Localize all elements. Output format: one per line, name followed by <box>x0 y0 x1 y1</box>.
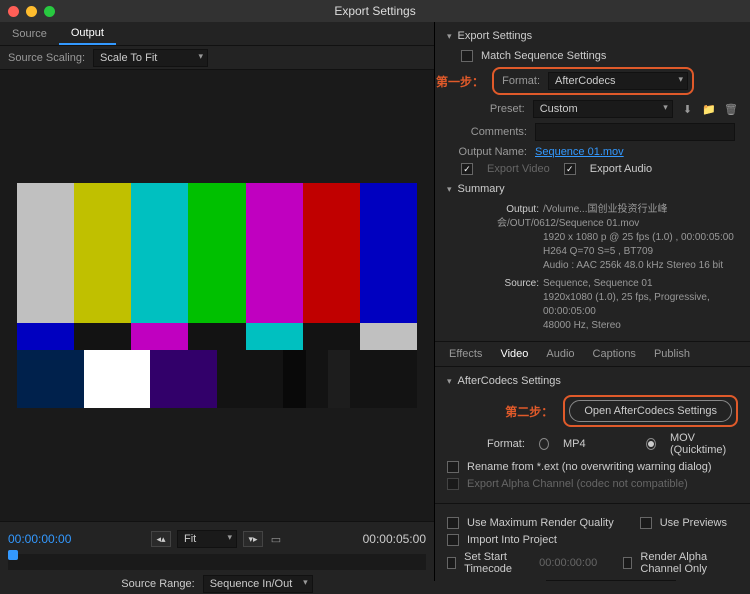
comments-label: Comments: <box>447 126 527 138</box>
timeline[interactable] <box>8 554 426 570</box>
format-highlight: Format: AfterCodecs <box>492 67 694 95</box>
next-frame-icon[interactable]: ▾▸ <box>243 531 263 547</box>
export-audio-label: Export Audio <box>590 163 652 175</box>
source-range-label: Source Range: <box>121 578 194 590</box>
tab-captions[interactable]: Captions <box>593 348 636 360</box>
chevron-down-icon: ▾ <box>447 184 452 195</box>
open-aftercodecs-button[interactable]: Open AfterCodecs Settings <box>569 400 732 422</box>
window-title: Export Settings <box>0 4 750 18</box>
summary-header[interactable]: ▾Summary <box>447 183 738 195</box>
rename-checkbox[interactable] <box>447 461 459 473</box>
prev-frame-icon[interactable]: ◂▴ <box>151 531 171 547</box>
tab-video[interactable]: Video <box>500 348 528 360</box>
import-preset-icon[interactable]: 📁 <box>702 102 716 116</box>
source-scaling-select[interactable]: Scale To Fit <box>93 49 208 67</box>
annotation-step1: 第一步： <box>436 73 484 90</box>
export-alpha-checkbox <box>447 478 459 490</box>
rename-label: Rename from *.ext (no overwriting warnin… <box>467 461 712 473</box>
tab-source[interactable]: Source <box>0 24 59 44</box>
color-bars <box>17 183 417 408</box>
format-label: Format: <box>498 75 540 87</box>
tab-publish[interactable]: Publish <box>654 348 690 360</box>
chevron-down-icon: ▾ <box>447 31 452 42</box>
preset-select[interactable]: Custom <box>533 100 673 118</box>
export-audio-checkbox[interactable] <box>564 163 576 175</box>
output-name-link[interactable]: Sequence 01.mov <box>535 146 624 158</box>
match-sequence-label: Match Sequence Settings <box>481 50 606 62</box>
ac-format-label: Format: <box>487 438 525 450</box>
preview-tabs: Source Output <box>0 22 434 46</box>
export-video-label: Export Video <box>487 163 550 175</box>
titlebar: Export Settings <box>0 0 750 22</box>
format-select[interactable]: AfterCodecs <box>548 72 688 90</box>
tab-effects[interactable]: Effects <box>449 348 482 360</box>
radio-mov[interactable] <box>646 438 656 450</box>
source-scaling-label: Source Scaling: <box>8 52 85 64</box>
aftercodecs-header[interactable]: ▾AfterCodecs Settings <box>447 375 738 387</box>
render-alpha-checkbox[interactable] <box>623 557 632 569</box>
settings-tabs: Effects Video Audio Captions Publish <box>435 341 750 367</box>
tab-audio[interactable]: Audio <box>546 348 574 360</box>
annotation-step2: 第二步： <box>505 403 553 420</box>
zoom-select[interactable]: Fit <box>177 530 237 548</box>
max-quality-checkbox[interactable] <box>447 517 459 529</box>
timecode-out: 00:00:05:00 <box>363 532 426 546</box>
save-preset-icon[interactable]: ⬇ <box>681 102 695 116</box>
export-video-checkbox <box>461 163 473 175</box>
comments-input[interactable] <box>535 123 735 141</box>
output-name-label: Output Name: <box>447 146 527 158</box>
tab-output[interactable]: Output <box>59 23 116 45</box>
set-start-tc-checkbox[interactable] <box>447 557 456 569</box>
radio-mp4[interactable] <box>539 438 549 450</box>
settings-panel: ▾Export Settings Match Sequence Settings… <box>435 22 750 581</box>
summary-output: Output:/Volume...国创业投资行业峰会/OUT/0612/Sequ… <box>497 203 738 333</box>
open-settings-highlight: Open AfterCodecs Settings <box>563 395 738 427</box>
use-previews-checkbox[interactable] <box>640 517 652 529</box>
chevron-down-icon: ▾ <box>447 376 452 387</box>
import-project-checkbox[interactable] <box>447 534 459 546</box>
aspect-icon[interactable]: ▭ <box>269 532 283 546</box>
timecode-in[interactable]: 00:00:00:00 <box>8 532 71 546</box>
preview-area <box>0 70 434 521</box>
playhead-icon[interactable] <box>8 550 18 560</box>
export-alpha-label: Export Alpha Channel (codec not compatib… <box>467 478 688 490</box>
export-settings-header[interactable]: ▾Export Settings <box>447 30 738 42</box>
preview-panel: Source Output Source Scaling: Scale To F… <box>0 22 435 581</box>
source-range-select[interactable]: Sequence In/Out <box>203 575 313 593</box>
bottom-options: Use Maximum Render Quality Use Previews … <box>435 503 750 581</box>
delete-preset-icon[interactable]: 🗑 <box>724 102 738 116</box>
preset-label: Preset: <box>447 103 525 115</box>
match-sequence-checkbox[interactable] <box>461 50 473 62</box>
